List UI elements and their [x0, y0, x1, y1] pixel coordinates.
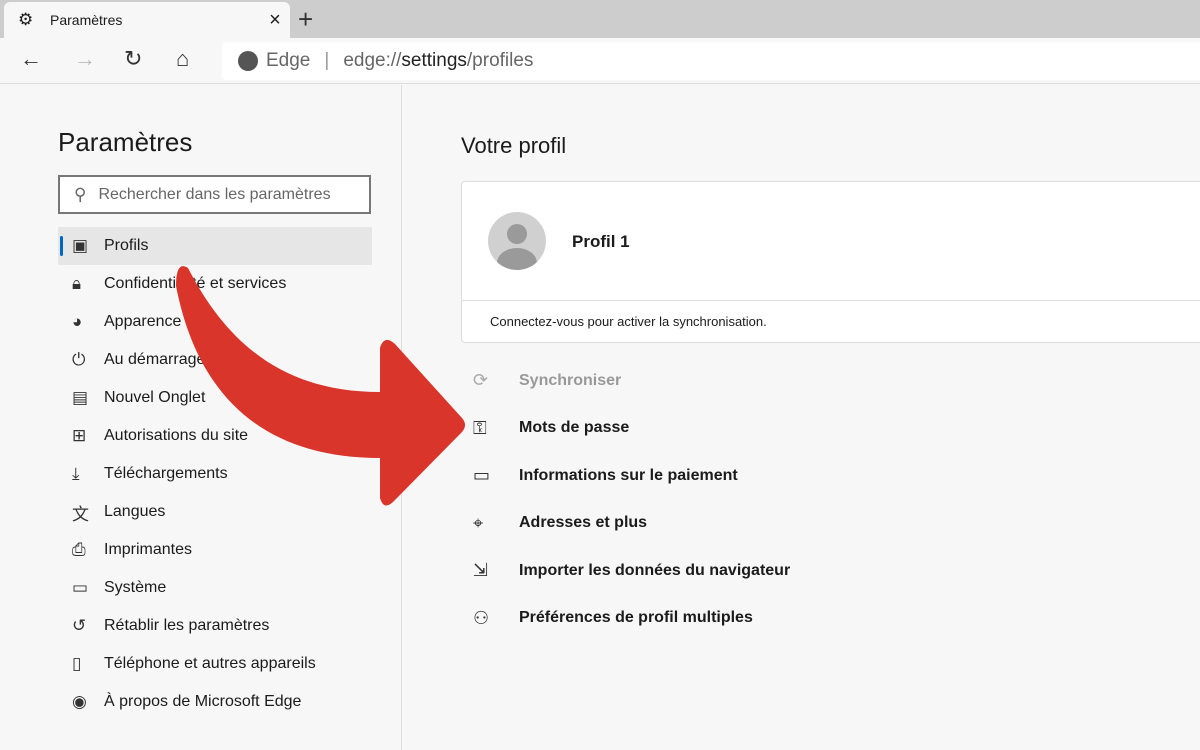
red-arrow-annotation: [176, 266, 465, 506]
arrow-shape: [176, 266, 465, 506]
